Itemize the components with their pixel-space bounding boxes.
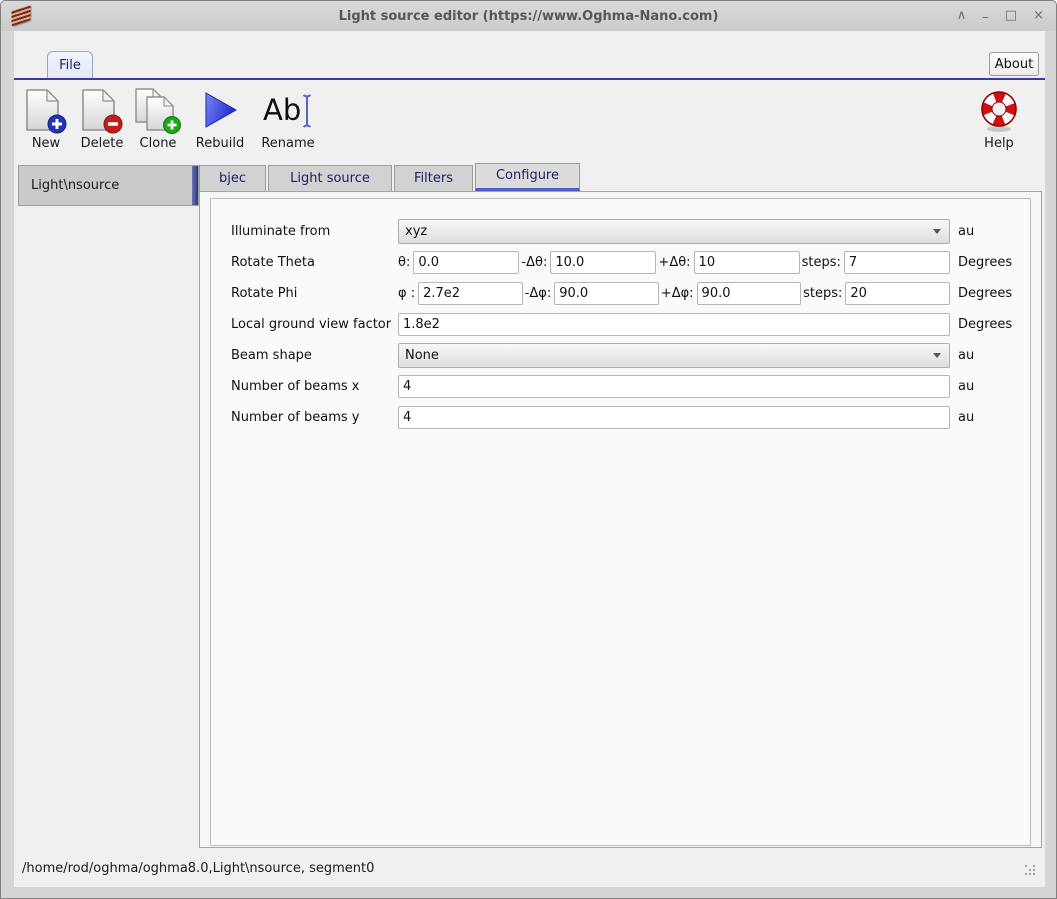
delete-document-minus-icon	[80, 88, 124, 134]
minus-delta-theta-prefix: -Δθ:	[521, 255, 547, 270]
field-label: Beam shape	[231, 348, 398, 363]
theta-input[interactable]	[413, 251, 519, 274]
delete-label: Delete	[81, 136, 124, 151]
help-button[interactable]: Help	[971, 88, 1027, 151]
resize-grip[interactable]	[1025, 865, 1037, 877]
plus-delta-phi-prefix: +Δφ:	[661, 286, 694, 301]
configure-form-panel: Illuminate from xyz au Rotate Theta θ:	[210, 198, 1031, 846]
about-button[interactable]: About	[989, 52, 1039, 76]
field-label: Number of beams y	[231, 410, 398, 425]
field-label: Rotate Theta	[231, 255, 398, 270]
field-label: Local ground view factor	[231, 317, 398, 332]
light-source-editor-window: Light source editor (https://www.Oghma-N…	[0, 0, 1057, 899]
sidebar-item-label: Light\nsource	[19, 178, 119, 193]
rebuild-button[interactable]: Rebuild	[186, 88, 254, 151]
help-label: Help	[984, 136, 1014, 151]
unit-label: Degrees	[958, 255, 1012, 270]
dropdown-caret-icon	[933, 353, 941, 358]
row-illuminate-from: Illuminate from xyz au	[231, 216, 1030, 247]
new-document-plus-icon	[24, 88, 68, 134]
minus-delta-theta-input[interactable]	[550, 251, 656, 274]
toolbar: New Delete	[14, 80, 1045, 164]
sidebar-selection-strip	[192, 166, 198, 205]
unit-label: au	[958, 379, 974, 394]
unit-label: au	[958, 224, 974, 239]
help-lifebuoy-icon	[977, 88, 1021, 134]
dropdown-caret-icon	[933, 229, 941, 234]
window-controls: ∧ – □ ×	[957, 1, 1044, 31]
field-label: Illuminate from	[231, 224, 398, 239]
row-beam-shape: Beam shape None au	[231, 340, 1030, 371]
rename-text-cursor-icon: Ab	[259, 88, 317, 134]
svg-text:Ab: Ab	[263, 93, 301, 127]
minimize-icon[interactable]: –	[982, 3, 989, 33]
field-label: Rotate Phi	[231, 286, 398, 301]
unit-label: Degrees	[958, 286, 1012, 301]
rename-label: Rename	[261, 136, 314, 151]
row-rotate-theta: Rotate Theta θ: -Δθ: +Δθ: steps: Degrees	[231, 247, 1030, 278]
unit-label: au	[958, 410, 974, 425]
window-title: Light source editor (https://www.Oghma-N…	[1, 9, 1056, 24]
tab-object[interactable]: bjec	[199, 165, 266, 191]
close-icon[interactable]: ×	[1033, 1, 1044, 31]
delete-button[interactable]: Delete	[74, 88, 130, 151]
row-local-ground-view-factor: Local ground view factor Degrees	[231, 309, 1030, 340]
maximize-icon[interactable]: □	[1005, 1, 1017, 31]
file-menu-tab[interactable]: File	[47, 51, 93, 79]
row-number-of-beams-y: Number of beams y au	[231, 402, 1030, 433]
status-path-text: /home/rod/oghma/oghma8.0,Light\nsource, …	[14, 861, 374, 876]
row-rotate-phi: Rotate Phi φ : -Δφ: +Δφ: steps: Degrees	[231, 278, 1030, 309]
tab-configure[interactable]: Configure	[475, 163, 580, 191]
minus-delta-phi-input[interactable]	[554, 282, 659, 305]
clone-documents-icon	[134, 88, 182, 134]
rebuild-play-icon	[199, 88, 241, 134]
field-label: Number of beams x	[231, 379, 398, 394]
plus-delta-phi-input[interactable]	[697, 282, 802, 305]
number-of-beams-y-input[interactable]	[398, 406, 950, 429]
shade-icon[interactable]: ∧	[957, 1, 967, 31]
rename-button[interactable]: Ab Rename	[254, 88, 322, 151]
tab-filters[interactable]: Filters	[394, 165, 473, 191]
unit-label: au	[958, 348, 974, 363]
configure-tab-pane: Illuminate from xyz au Rotate Theta θ:	[199, 191, 1042, 848]
number-of-beams-x-input[interactable]	[398, 375, 950, 398]
illuminate-from-select[interactable]: xyz	[398, 219, 950, 244]
row-number-of-beams-x: Number of beams x au	[231, 371, 1030, 402]
phi-input[interactable]	[418, 282, 523, 305]
tab-light-source[interactable]: Light source	[268, 165, 392, 191]
statusbar: /home/rod/oghma/oghma8.0,Light\nsource, …	[14, 849, 1045, 887]
phi-steps-input[interactable]	[845, 282, 950, 305]
plus-delta-theta-input[interactable]	[694, 251, 800, 274]
sidebar-item-light-source[interactable]: Light\nsource	[18, 165, 199, 206]
new-label: New	[32, 136, 60, 151]
unit-label: Degrees	[958, 317, 1012, 332]
phi-steps-prefix: steps:	[803, 286, 842, 301]
local-ground-view-factor-input[interactable]	[398, 313, 950, 336]
titlebar: Light source editor (https://www.Oghma-N…	[1, 1, 1056, 31]
theta-steps-prefix: steps:	[802, 255, 841, 270]
clone-button[interactable]: Clone	[130, 88, 186, 151]
theta-prefix: θ:	[398, 255, 410, 270]
beam-shape-select[interactable]: None	[398, 343, 950, 368]
minus-delta-phi-prefix: -Δφ:	[525, 286, 552, 301]
new-button[interactable]: New	[18, 88, 74, 151]
clone-label: Clone	[140, 136, 177, 151]
plus-delta-theta-prefix: +Δθ:	[658, 255, 690, 270]
rebuild-label: Rebuild	[196, 136, 244, 151]
app-area: File About New	[14, 31, 1045, 887]
theta-steps-input[interactable]	[844, 251, 950, 274]
phi-prefix: φ :	[398, 286, 415, 301]
